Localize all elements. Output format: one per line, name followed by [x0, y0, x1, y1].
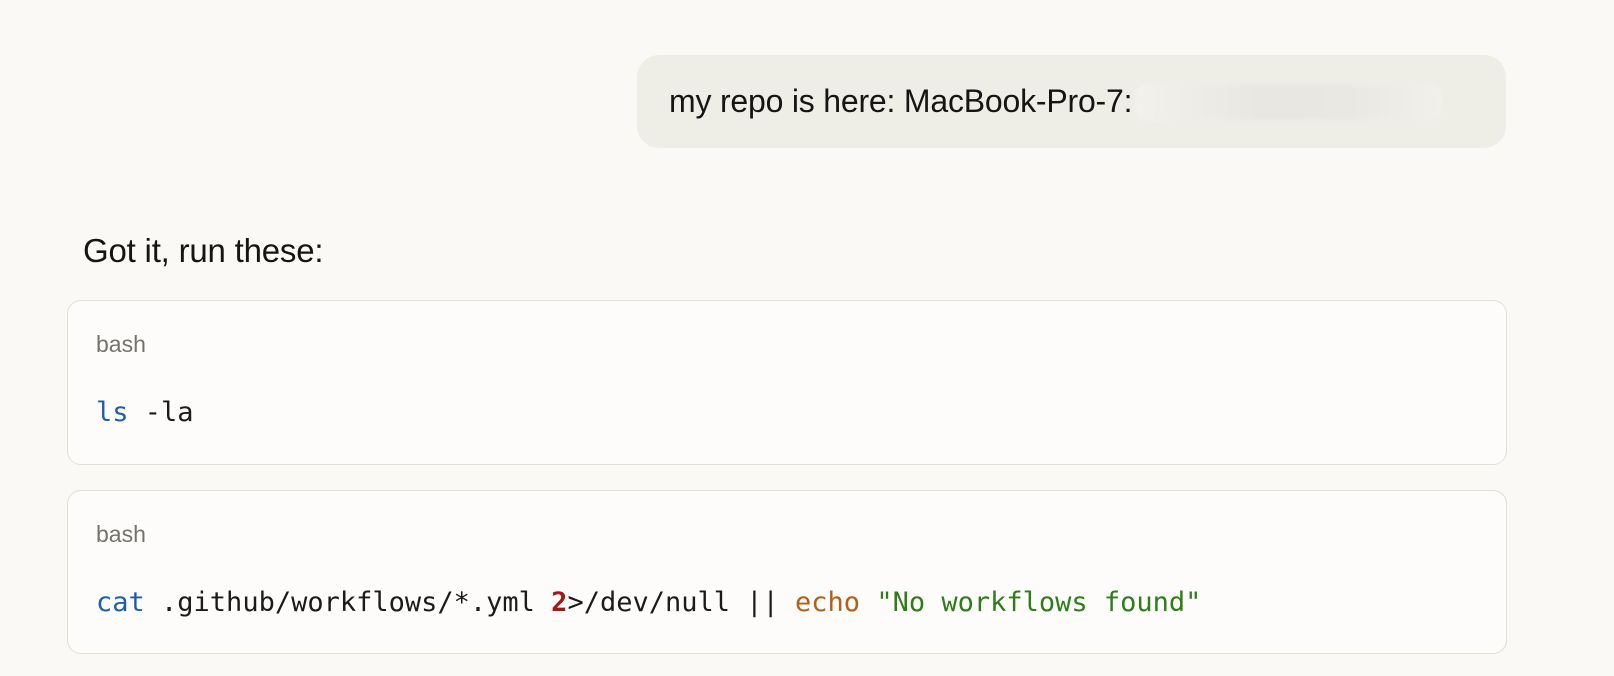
- code-token-path: .github/workflows/*.yml: [144, 587, 552, 618]
- user-message-text: my repo is here: MacBook-Pro-7:: [669, 83, 1133, 119]
- code-token-fd: 2: [551, 587, 568, 618]
- code-token-redirect: >/dev/null ||: [567, 587, 796, 618]
- code-block-1: bash ls -la: [67, 300, 1507, 465]
- code-language-label: bash: [96, 331, 146, 357]
- code-token-command: ls: [96, 397, 129, 428]
- user-message-bubble: my repo is here: MacBook-Pro-7:: [637, 55, 1506, 148]
- code-line[interactable]: ls -la: [96, 397, 194, 428]
- code-line[interactable]: cat .github/workflows/*.yml 2>/dev/null …: [96, 587, 1201, 618]
- code-token-builtin: echo: [795, 587, 861, 618]
- code-token-command: cat: [96, 587, 145, 618]
- code-token-args: -la: [128, 397, 194, 428]
- assistant-message-text: Got it, run these:: [83, 232, 324, 269]
- code-block-2: bash cat .github/workflows/*.yml 2>/dev/…: [67, 490, 1507, 654]
- redacted-text: [1136, 83, 1442, 120]
- code-language-label: bash: [96, 521, 146, 547]
- code-token-string: "No workflows found": [876, 587, 1202, 618]
